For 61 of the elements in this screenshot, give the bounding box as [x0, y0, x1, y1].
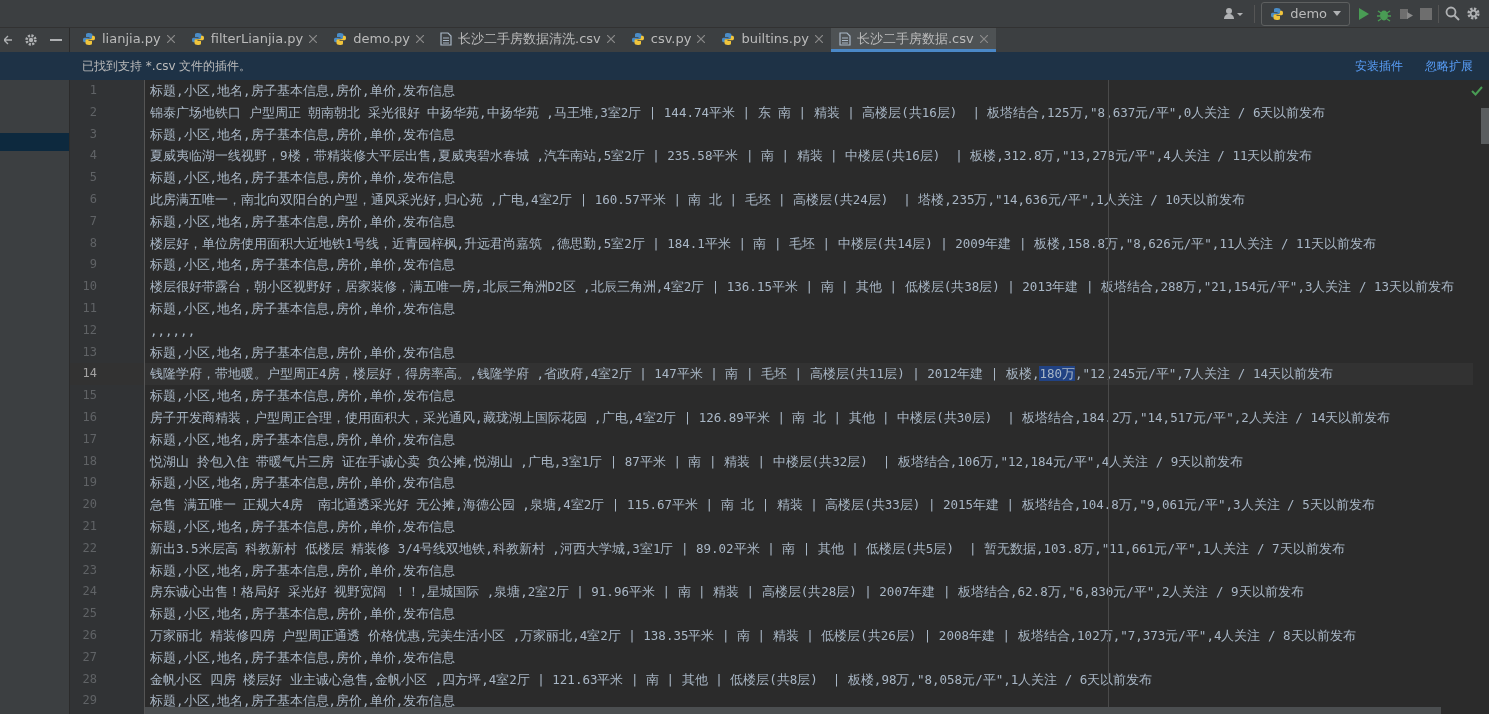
code-line: 标题,小区,地名,房子基本信息,房价,单价,发布信息: [150, 82, 456, 100]
python-file-icon: [190, 31, 205, 46]
editor-tab[interactable]: builtins.py: [713, 28, 831, 52]
code-line: 标题,小区,地名,房子基本信息,房价,单价,发布信息: [150, 474, 456, 493]
code-line: 标题,小区,地名,房子基本信息,房价,单价,发布信息: [150, 605, 456, 624]
close-icon[interactable]: [309, 34, 318, 43]
code-line: 标题,小区,地名,房子基本信息,房价,单价,发布信息: [150, 561, 456, 580]
code-line: 标题,小区,地名,房子基本信息,房价,单价,发布信息: [150, 343, 456, 362]
python-file-icon: [1270, 6, 1285, 21]
close-icon[interactable]: [416, 34, 424, 43]
code-line: 悦湖山 拎包入住 带暖气片三房 证在手诚心卖 负公摊,悦湖山 ,广电,3室1厅 | 87平米 | 南 | 精装 | 中楼层(共32层) | 板塔结合,106万,"12,184元/平",4人关注 / 9天以前发布: [150, 452, 1244, 471]
code-line: 标题,小区,地名,房子基本信息,房价,单价,发布信息: [150, 692, 456, 711]
scrollbar-thumb[interactable]: [1481, 108, 1489, 144]
code-line: 标题,小区,地名,房子基本信息,房价,单价,发布信息: [150, 648, 456, 667]
caret-icon: [1333, 11, 1341, 16]
code-line: 标题,小区,地名,房子基本信息,房价,单价,发布信息: [150, 256, 456, 275]
code-line: 房东诚心出售！格局好 采光好 视野宽阔 ！！,星城国际 ,泉塘,2室2厅 | 91.96平米 | 南 | 精装 | 高楼层(共28层) | 2007年建 | 板塔结合,62.8万,"6,830元/平",2人关注 / 9天以前发布: [150, 583, 1304, 602]
horizontal-scrollbar[interactable]: [145, 707, 1441, 714]
code-line: ,,,,,,: [150, 321, 196, 340]
code-line: 房子开发商精装，户型周正合理，使用面积大，采光通风,藏珑湖上国际花园 ,广电,4室2厅 | 126.89平米 | 南 北 | 其他 | 中楼层(共30层) | 板塔结合,184.2万,"14,517元/平",2人关注 / 14天以前发布: [150, 408, 1391, 427]
editor-tab[interactable]: csv.py: [622, 28, 714, 52]
check-icon: [1471, 86, 1483, 96]
text-file-icon: [440, 31, 452, 46]
editor-tab[interactable]: 长沙二手房数据清洗.csv: [432, 28, 623, 52]
code-line: 标题,小区,地名,房子基本信息,房价,单价,发布信息: [150, 169, 456, 188]
close-icon[interactable]: [606, 34, 615, 43]
stop-icon[interactable]: [1420, 7, 1432, 20]
notification-message: 已找到支持 *.csv 文件的插件。: [82, 57, 253, 75]
code-line: 新出3.5米层高 科教新村 低楼层 精装修 3/4号线双地铁,科教新村 ,河西大学城,3室1厅 | 89.02平米 | 南 | 其他 | 低楼层(共5层) | 暂无数据,103.8万,"11,661元/平",1人关注 / 7天以前发布: [150, 539, 1345, 558]
code-line: 锦泰广场地铁口 户型周正 朝南朝北 采光很好 中扬华苑,中扬华苑 ,马王堆,3室2厅 | 144.74平米 | 东 南 | 精装 | 高楼层(共16层) | 板塔结合,125万,"8,637元/平",0人关注 / 6天以前发布: [150, 103, 1326, 122]
close-icon[interactable]: [979, 34, 988, 43]
code-line: 标题,小区,地名,房子基本信息,房价,单价,发布信息: [150, 517, 456, 536]
close-icon[interactable]: [166, 34, 175, 43]
editor-tab[interactable]: demo.py: [325, 28, 432, 52]
notification-link[interactable]: 忽略扩展: [1425, 57, 1473, 75]
editor-tab[interactable]: 长沙二手房数据.csv: [830, 28, 996, 52]
search-icon[interactable]: [1445, 6, 1460, 21]
python-file-icon: [630, 31, 645, 46]
editor-tab[interactable]: lianjia.py: [74, 28, 183, 52]
code-line: 标题,小区,地名,房子基本信息,房价,单价,发布信息: [150, 125, 456, 144]
code-line: 钱隆学府，带地暖。户型周正4房，楼层好，得房率高。,钱隆学府 ,省政府,4室2厅 | 147平米 | 南 | 毛坯 | 高楼层(共11层) | 2012年建 | 板楼,180万,"12,245元/平",7人关注 / 14天以前发布: [150, 365, 1333, 384]
code-line: 标题,小区,地名,房子基本信息,房价,单价,发布信息: [150, 387, 456, 406]
settings-icon[interactable]: [1466, 6, 1481, 21]
close-icon[interactable]: [814, 34, 823, 43]
close-icon[interactable]: [697, 34, 706, 43]
editor-tab[interactable]: filterLianjia.py: [182, 28, 326, 52]
python-file-icon: [82, 31, 96, 46]
code-line: 标题,小区,地名,房子基本信息,房价,单价,发布信息: [150, 212, 456, 231]
python-file-icon: [721, 31, 736, 46]
text-file-icon: [838, 31, 851, 46]
run-icon[interactable]: [1356, 6, 1370, 21]
collapse-icon[interactable]: [4, 34, 12, 46]
settings-icon[interactable]: [24, 33, 38, 47]
python-file-icon: [333, 31, 348, 46]
code-line: 急售 满五唯一 正规大4房 南北通透采光好 无公摊,海德公园 ,泉塘,4室2厅 | 115.67平米 | 南 北 | 精装 | 高楼层(共33层) | 2015年建 | 板塔结合,104.8万,"9,061元/平",3人关注 / 5天以前发布: [150, 496, 1375, 515]
code-line: 标题,小区,地名,房子基本信息,房价,单价,发布信息: [150, 299, 456, 318]
code-line: 夏威夷临湖一线视野，9楼，带精装修大平层出售,夏威夷碧水春城 ,汽车南站,5室2厅 | 235.58平米 | 南 | 精装 | 中楼层(共16层) | 板楼,312.8万,"13,278元/平",4人关注 / 11天以前发布: [150, 147, 1313, 166]
code-line: 金帆小区 四房 楼层好 业主诚心急售,金帆小区 ,四方坪,4室2厅 | 121.63平米 | 南 | 其他 | 低楼层(共8层) | 板楼,98万,"8,058元/平",1人关注 / 6天以前发布: [150, 670, 1153, 689]
notification-link[interactable]: 安装插件: [1355, 57, 1403, 75]
run-config-dropdown[interactable]: demo: [1261, 1, 1350, 26]
code-line: 标题,小区,地名,房子基本信息,房价,单价,发布信息: [150, 430, 456, 449]
